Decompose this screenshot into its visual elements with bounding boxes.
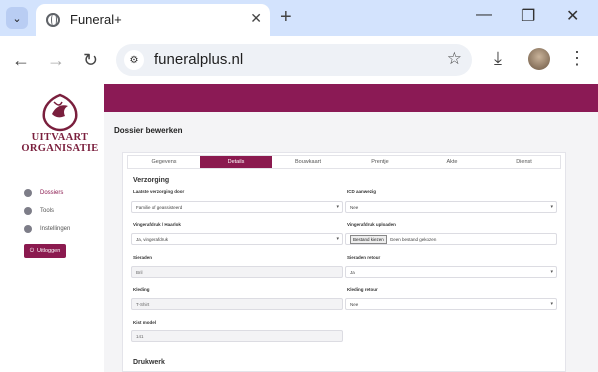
sieraden-retour-label: Sieraden retour xyxy=(347,255,381,260)
chevron-down-icon: ▾ xyxy=(336,236,339,242)
new-tab-icon[interactable]: + xyxy=(280,6,292,29)
sieraden-value: Bril xyxy=(136,269,143,275)
icd-label: ICD aanwezig xyxy=(347,189,377,194)
profile-avatar[interactable] xyxy=(528,48,550,70)
kleding-input[interactable]: T-Shirt xyxy=(131,298,343,310)
sidebar-item-label: Tools xyxy=(40,208,55,214)
briefcase-icon xyxy=(24,207,32,215)
section-drukwerk: Drukwerk xyxy=(133,359,165,366)
logout-button[interactable]: ⏻ Uitloggen xyxy=(24,244,66,258)
file-upload-input[interactable]: Bestand kiezen Geen bestand gekozen xyxy=(345,233,557,245)
sidebar-item-dossiers[interactable]: Dossiers xyxy=(24,184,70,202)
logo-line2: ORGANISATIE xyxy=(21,143,99,154)
bookmark-star-icon[interactable]: ☆ xyxy=(447,49,462,69)
tab-title: Funeral+ xyxy=(70,12,122,27)
chevron-down-icon: ▾ xyxy=(550,301,553,307)
icd-value: Nee xyxy=(350,204,359,210)
sidebar-nav: Dossiers Tools Instellingen xyxy=(24,184,70,238)
logout-label: Uitloggen xyxy=(37,248,61,254)
dove-logo-icon xyxy=(42,93,78,132)
chevron-down-icon: ▾ xyxy=(550,269,553,275)
top-banner xyxy=(104,84,598,112)
sieraden-retour-select[interactable]: Ja ▾ xyxy=(345,266,557,278)
file-status: Geen bestand gekozen xyxy=(389,236,437,242)
menu-dots-icon[interactable]: ⋮ xyxy=(568,48,586,69)
kleding-value: T-Shirt xyxy=(136,301,150,307)
vingerafdruk-label: Vingerafdruk / Haarlok xyxy=(133,222,181,227)
download-icon[interactable]: ⤓ xyxy=(494,48,502,69)
site-info-icon[interactable]: ⚙ xyxy=(124,50,144,70)
kleding-retour-label: Kleding retour xyxy=(347,287,378,292)
back-icon[interactable]: ← xyxy=(12,50,30,71)
sidebar-item-tools[interactable]: Tools xyxy=(24,202,70,220)
sieraden-input[interactable]: Bril xyxy=(131,266,343,278)
sidebar-item-instellingen[interactable]: Instellingen xyxy=(24,220,70,238)
home-icon xyxy=(24,189,32,197)
sieraden-retour-value: Ja xyxy=(350,269,355,275)
tab-gegevens[interactable]: Gegevens xyxy=(128,156,200,168)
page-title: Dossier bewerken xyxy=(114,126,183,135)
tab-search-icon[interactable]: ⌄ xyxy=(6,7,28,29)
icd-select[interactable]: Nee ▾ xyxy=(345,201,557,213)
laatste-verzorging-select[interactable]: Familie of geassisteerd ▾ xyxy=(131,201,343,213)
sidebar-item-label: Instellingen xyxy=(40,226,71,232)
kist-model-label: Kist model xyxy=(133,320,157,325)
browser-tab[interactable]: Funeral+ ✕ xyxy=(36,4,270,36)
window-close-icon[interactable]: ✕ xyxy=(566,6,579,26)
sidebar-item-label: Dossiers xyxy=(40,190,64,196)
close-tab-icon[interactable]: ✕ xyxy=(250,10,262,27)
forward-icon[interactable]: → xyxy=(47,50,65,71)
sieraden-label: Sieraden xyxy=(133,255,153,260)
url-text[interactable]: funeralplus.nl xyxy=(154,51,243,68)
tab-bouwkaart[interactable]: Bouwkaart xyxy=(272,156,344,168)
minimize-icon[interactable]: — xyxy=(476,6,492,24)
section-verzorging: Verzorging xyxy=(133,177,170,184)
kist-model-input[interactable]: 141 xyxy=(131,330,343,342)
browser-toolbar: ← → ↻ ⚙ funeralplus.nl ☆ ⤓ ⋮ xyxy=(0,36,598,84)
file-choose-button[interactable]: Bestand kiezen xyxy=(350,234,387,244)
sidebar: UITVAART ORGANISATIE Dossiers Tools Inst… xyxy=(0,84,104,372)
kleding-label: Kleding xyxy=(133,287,150,292)
logout-icon: ⏻ xyxy=(29,247,35,254)
tab-akte[interactable]: Akte xyxy=(416,156,488,168)
logo: UITVAART ORGANISATIE xyxy=(20,92,100,154)
gear-icon xyxy=(24,225,32,233)
vingerafdruk-select[interactable]: Ja, vingerafdruk ▾ xyxy=(131,233,343,245)
logo-line1: UITVAART xyxy=(31,132,89,143)
maximize-icon[interactable]: ❐ xyxy=(521,6,535,26)
dossier-card: Gegevens Details Bouwkaart Prentje Akte … xyxy=(122,152,566,372)
chevron-down-icon: ▾ xyxy=(336,204,339,210)
reload-icon[interactable]: ↻ xyxy=(83,50,98,71)
tab-prentje[interactable]: Prentje xyxy=(344,156,416,168)
chevron-down-icon: ▾ xyxy=(550,204,553,210)
globe-icon xyxy=(46,13,60,27)
tab-dienst[interactable]: Dienst xyxy=(488,156,560,168)
kleding-retour-select[interactable]: Nee ▾ xyxy=(345,298,557,310)
kleding-retour-value: Nee xyxy=(350,301,359,307)
laatste-verzorging-label: Laatste verzorging door xyxy=(133,189,185,194)
dossier-tabs: Gegevens Details Bouwkaart Prentje Akte … xyxy=(127,155,561,169)
browser-tabstrip: ⌄ Funeral+ ✕ + — ❐ ✕ xyxy=(0,0,598,36)
kist-model-value: 141 xyxy=(136,333,144,339)
vingerafdruk-upload-label: Vingerafdruk uploaden xyxy=(347,222,396,227)
laatste-verzorging-value: Familie of geassisteerd xyxy=(136,204,183,210)
tab-details[interactable]: Details xyxy=(200,156,272,168)
address-bar[interactable]: ⚙ funeralplus.nl ☆ xyxy=(116,44,472,76)
vingerafdruk-value: Ja, vingerafdruk xyxy=(136,236,169,242)
web-page: UITVAART ORGANISATIE Dossiers Tools Inst… xyxy=(0,84,598,372)
